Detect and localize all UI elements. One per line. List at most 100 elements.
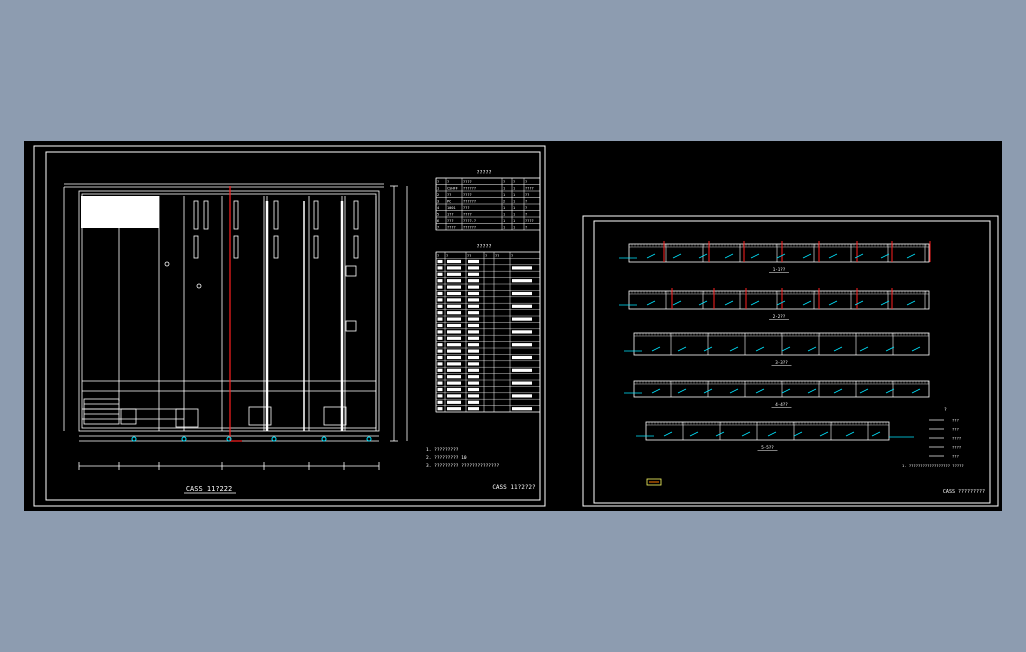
- table2-row-name: [468, 279, 479, 283]
- table2-row-code: [447, 400, 461, 404]
- table2-row-name: [468, 272, 479, 276]
- plan-pipe-lines: [229, 186, 242, 442]
- table2-row-note: [512, 291, 532, 296]
- table2-row-name: [468, 317, 479, 321]
- table1-cell: 3: [437, 200, 439, 204]
- table2-row-note: [512, 355, 532, 360]
- table2-row-name: [468, 381, 479, 385]
- table2-row-note: [512, 304, 532, 308]
- section-view-4: 4-4??: [624, 380, 930, 408]
- table1-cell: 1: [503, 193, 505, 197]
- table2-row-name: [468, 394, 479, 398]
- table2-row-note: [512, 317, 532, 321]
- table1-cell: ????: [447, 226, 456, 230]
- table2-row-code: [447, 368, 461, 372]
- table2-row-name: [468, 259, 479, 264]
- table2-row-code: [447, 291, 461, 296]
- cad-drawing-canvas[interactable]: CASS 11?222 ????? ???????? ?1 CSHFF?????? 1…: [24, 141, 1002, 511]
- section-view-3: 3-3??: [624, 332, 930, 366]
- table1-grid: ???????? ?1 CSHFF?????? 1 1 ????2?????? 1 1 ??3 P…: [435, 177, 541, 231]
- table1-cell: 2: [437, 193, 439, 197]
- table1-cell: 1001: [447, 206, 456, 210]
- table2-row-code: [447, 343, 461, 347]
- table2-row-no: [437, 298, 443, 302]
- sheet-left-drawing-title: CASS 11?2?2?: [492, 484, 536, 491]
- section-label: 5-5??: [761, 445, 774, 450]
- sheet-right-notes: 1. ?????????????????? ?????: [902, 463, 964, 468]
- table2-row-note: [512, 394, 532, 398]
- table2-row-no: [437, 349, 443, 353]
- table2-row-note: [512, 266, 532, 270]
- table2-row-name: [468, 330, 479, 334]
- table2-row-code: [447, 375, 461, 379]
- table2-header-cell: ?: [446, 254, 448, 258]
- table1-cell: 4: [437, 206, 439, 210]
- legend-label: ????: [952, 445, 961, 450]
- table1-cell: 5: [437, 213, 439, 217]
- sheet-left-notes: 1. ????????? 2. ????????? 10 3. ????????…: [426, 447, 499, 469]
- table2-row-no: [437, 407, 443, 411]
- section-label: 4-4??: [775, 402, 788, 407]
- table2-row-code: [447, 266, 461, 270]
- section-view-5: 5-5??: [636, 421, 890, 451]
- table2-row-code: [447, 311, 461, 315]
- table2-row-name: [468, 304, 479, 308]
- table2-row-code: [447, 407, 461, 411]
- table1-cell: 1: [503, 187, 505, 191]
- table2-row-name: [468, 355, 479, 360]
- table1-cell: 1: [503, 206, 505, 210]
- table2-header-cell: ?: [437, 254, 439, 258]
- table1-cell: ????.?: [463, 219, 476, 223]
- table2-row-name: [468, 343, 479, 347]
- table1-cell: ??????: [463, 200, 476, 204]
- table1-cell: 1: [513, 219, 515, 223]
- table1-header-cell: ????: [463, 180, 472, 184]
- legend: ? ?????????????????: [929, 407, 961, 459]
- table1-cell: ????: [463, 193, 472, 197]
- legend-label: ???: [952, 454, 959, 459]
- table2-row-no: [437, 259, 443, 264]
- table2-row-note: [512, 330, 532, 334]
- table2-row-no: [437, 387, 443, 392]
- table2-row-code: [447, 285, 461, 289]
- note-line-2: 2. ????????? 10: [426, 455, 467, 461]
- table2-row-no: [437, 311, 443, 315]
- table2-row-name: [468, 291, 479, 296]
- table1-cell: CSHFF: [447, 187, 458, 191]
- table1-cell: 1: [503, 219, 505, 223]
- table1-cell: 1??: [447, 213, 454, 217]
- table1-cell: 1: [513, 187, 515, 191]
- table2-row-code: [447, 279, 461, 283]
- table2-row-code: [447, 298, 461, 302]
- table2-row-no: [437, 323, 443, 328]
- table1-cell: 1: [513, 200, 515, 204]
- cad-viewport[interactable]: CASS 11?222 ????? ????????? 1 CSHFF?????? 1…: [24, 141, 1002, 511]
- sheet-right-inner-frame: [593, 220, 991, 504]
- table1-cell: 1: [437, 187, 439, 191]
- legend-items: ?????????????????: [929, 418, 961, 459]
- section-label: 2-2??: [773, 314, 786, 319]
- section-view-1: 1-1??: [619, 241, 931, 273]
- table1-cell: 1: [513, 206, 515, 210]
- table2-row-code: [447, 317, 461, 321]
- sheet-right-drawing-title: CASS ?????????: [943, 489, 985, 495]
- table1-cell: ?: [525, 213, 527, 217]
- table2-row-note: [512, 407, 532, 411]
- legend-label: ???: [952, 427, 959, 432]
- legend-label: ????: [952, 436, 961, 441]
- table2-row-name: [468, 266, 479, 270]
- table1-cell: ??: [447, 193, 451, 197]
- table2-row-no: [437, 304, 443, 308]
- legend-label: ???: [952, 418, 959, 423]
- table2-row-note: [512, 343, 532, 347]
- note-line-3: 3. ????????? ??????????????: [426, 463, 499, 469]
- table2-row-name: [468, 298, 479, 302]
- table2-row-code: [447, 336, 461, 340]
- table2-row-note: [512, 279, 532, 283]
- table2-row-no: [437, 355, 443, 360]
- table2-row-code: [447, 259, 461, 264]
- table2-row-name: [468, 285, 479, 289]
- table2-row-no: [437, 317, 443, 321]
- table2-row-no: [437, 400, 443, 404]
- plan-title: CASS 11?222: [186, 485, 232, 493]
